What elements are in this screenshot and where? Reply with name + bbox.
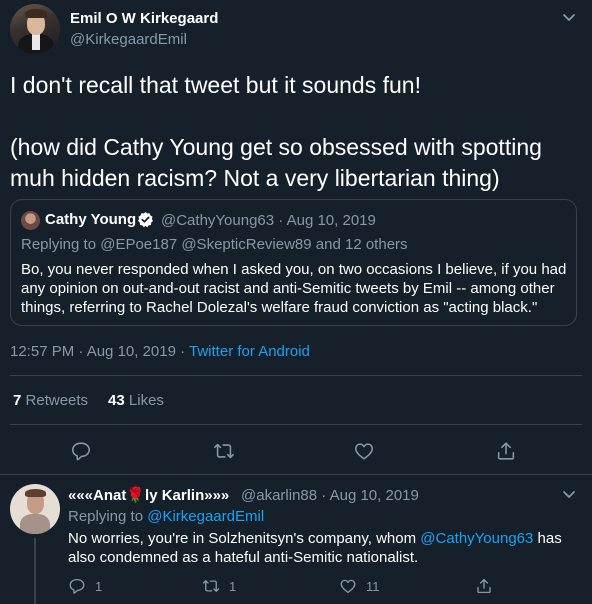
quoted-author-handle: @CathyYoung63 · Aug 10, 2019: [161, 212, 376, 229]
retweet-icon: [202, 580, 220, 592]
retweet-count: 1: [229, 578, 237, 594]
retweet-icon[interactable]: [213, 440, 235, 462]
author-name[interactable]: Emil O W Kirkegaard: [70, 10, 218, 27]
like-count: 11: [366, 578, 380, 594]
reply-replying-to: Replying to @KirkegaardEmil: [68, 508, 265, 525]
chevron-down-icon[interactable]: [561, 9, 577, 25]
divider: [10, 424, 582, 425]
tweet-text-line2: (how did Cathy Young get so obsessed wit…: [10, 134, 549, 191]
retweet-action[interactable]: 1: [202, 576, 236, 596]
tweet-text-line1: I don't recall that tweet but it sounds …: [10, 72, 421, 98]
tweet-source-link[interactable]: Twitter for Android: [189, 343, 310, 360]
reply-author-name[interactable]: «««Anat🌹ly Karlin»»»: [68, 486, 229, 504]
like-icon[interactable]: [353, 440, 375, 462]
retweets-stat[interactable]: 7 Retweets: [13, 392, 88, 409]
divider: [0, 474, 592, 475]
chevron-down-icon[interactable]: [561, 486, 577, 502]
reply-action[interactable]: 1: [68, 576, 102, 596]
tweet-timestamp: 12:57 PM · Aug 10, 2019 · Twitter for An…: [10, 343, 310, 360]
tweet-text: I don't recall that tweet but it sounds …: [10, 70, 580, 194]
timestamp-text[interactable]: 12:57 PM · Aug 10, 2019 ·: [10, 343, 189, 360]
tweet-stats: 7 Retweets 43 Likes: [13, 392, 164, 409]
main-tweet: Emil O W Kirkegaard @KirkegaardEmil I do…: [0, 0, 592, 474]
reply-icon: [69, 578, 85, 594]
quoted-author-name: Cathy Young: [45, 211, 137, 228]
avatar[interactable]: [10, 4, 60, 54]
quoted-tweet-text: Bo, you never responded when I asked you…: [21, 261, 567, 316]
rose-emoji: 🌹: [126, 487, 146, 504]
like-icon: [340, 579, 356, 594]
divider: [10, 375, 582, 376]
mention-link[interactable]: @KirkegaardEmil: [147, 508, 264, 525]
author-handle[interactable]: @KirkegaardEmil: [70, 31, 187, 48]
mention-link[interactable]: @CathyYoung63: [420, 530, 533, 547]
share-icon[interactable]: [495, 440, 517, 462]
quoted-tweet[interactable]: Cathy Young @CathyYoung63 · Aug 10, 2019…: [10, 199, 577, 326]
avatar: [21, 211, 40, 230]
share-icon: [477, 578, 491, 594]
quoted-replying-to: Replying to @EPoe187 @SkepticReview89 an…: [21, 236, 408, 253]
share-action[interactable]: [475, 576, 493, 596]
verified-badge-icon: [138, 212, 153, 228]
reply-author-handle[interactable]: @akarlin88 · Aug 10, 2019: [241, 487, 419, 504]
reply-icon[interactable]: [70, 440, 92, 462]
reply-tweet-text: No worries, you're in Solzhenitsyn's com…: [68, 530, 562, 566]
thread-line: [34, 538, 36, 604]
likes-stat[interactable]: 43 Likes: [108, 392, 164, 409]
like-action[interactable]: 11: [339, 576, 380, 596]
reply-count: 1: [95, 578, 103, 594]
avatar[interactable]: [10, 484, 60, 534]
